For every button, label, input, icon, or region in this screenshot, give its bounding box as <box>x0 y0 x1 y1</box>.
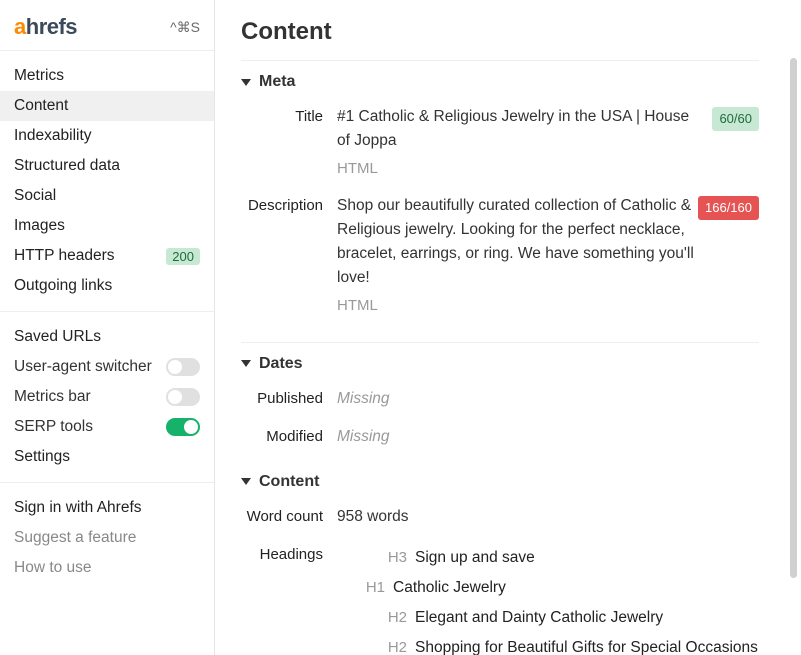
heading-item: H3 Sign up and save <box>337 543 759 573</box>
sidebar-item-social[interactable]: Social <box>0 181 214 211</box>
caret-down-icon <box>241 360 251 367</box>
sidebar-item-outgoing-links[interactable]: Outgoing links <box>0 271 214 301</box>
nav-main: Metrics Content Indexability Structured dat… <box>0 59 214 303</box>
toggle-row-metrics-bar: Metrics bar <box>0 382 214 412</box>
brand-prefix: a <box>14 14 26 39</box>
footer-link-suggest-a-feature[interactable]: Suggest a feature <box>0 523 214 553</box>
brand-logo: ahrefs <box>14 14 77 40</box>
section-content: Content Word count 958 words Headings H3… <box>241 473 759 655</box>
badge-title-count: 60/60 <box>712 107 759 131</box>
toggle-label: User-agent switcher <box>14 358 152 376</box>
sidebar-item-metrics[interactable]: Metrics <box>0 61 214 91</box>
subtag-description: HTML <box>337 294 697 317</box>
heading-tag: H2 <box>377 636 407 655</box>
sidebar-item-label: Content <box>14 97 68 115</box>
sidebar-item-http-headers[interactable]: HTTP headers 200 <box>0 241 214 271</box>
heading-tag: H3 <box>377 546 407 569</box>
value-title: #1 Catholic & Religious Jewelry in the U… <box>337 108 689 149</box>
toggle-label: Metrics bar <box>14 388 91 406</box>
toggle-label: SERP tools <box>14 418 93 436</box>
section-meta: Meta Title #1 Catholic & Religious Jewel… <box>241 73 759 328</box>
label-description: Description <box>241 194 337 218</box>
row-modified: Modified Missing <box>241 421 759 459</box>
toggle-row-user-agent-switcher: User-agent switcher <box>0 352 214 382</box>
subtag-title: HTML <box>337 157 697 180</box>
row-wordcount: Word count 958 words <box>241 501 759 539</box>
value-modified: Missing <box>337 428 390 445</box>
sidebar-item-content[interactable]: Content <box>0 91 214 121</box>
label-title: Title <box>241 105 337 129</box>
row-description: Description Shop our beautifully curated… <box>241 190 759 327</box>
section-head-meta[interactable]: Meta <box>241 73 759 91</box>
toggle-switch[interactable] <box>166 388 200 406</box>
sidebar-item-label: Structured data <box>14 157 120 175</box>
section-head-content[interactable]: Content <box>241 473 759 491</box>
caret-down-icon <box>241 79 251 86</box>
heading-item: H2 Elegant and Dainty Catholic Jewelry <box>337 603 759 633</box>
nav-tools: Saved URLs User-agent switcher Metrics bar… <box>0 320 214 474</box>
sidebar: ahrefs ^⌘S Metrics Content Indexability Str… <box>0 0 215 655</box>
heading-item: H1 Catholic Jewelry <box>337 573 759 603</box>
heading-text: Sign up and save <box>415 546 535 570</box>
heading-text: Elegant and Dainty Catholic Jewelry <box>415 606 663 630</box>
sidebar-item-saved-urls[interactable]: Saved URLs <box>0 322 214 352</box>
section-head-dates[interactable]: Dates <box>241 355 759 373</box>
label-published: Published <box>241 387 337 411</box>
sidebar-item-label: Social <box>14 187 56 205</box>
heading-text: Shopping for Beautiful Gifts for Special… <box>415 636 758 655</box>
sidebar-item-images[interactable]: Images <box>0 211 214 241</box>
brand-row: ahrefs ^⌘S <box>0 10 214 51</box>
label-wordcount: Word count <box>241 505 337 529</box>
heading-item: H2 Shopping for Beautiful Gifts for Speci… <box>337 633 759 655</box>
sidebar-item-label: HTTP headers <box>14 247 115 265</box>
label-modified: Modified <box>241 425 337 449</box>
footer-link-how-to-use[interactable]: How to use <box>0 553 214 583</box>
heading-text: Catholic Jewelry <box>393 576 506 600</box>
value-wordcount: 958 words <box>337 508 409 525</box>
caret-down-icon <box>241 478 251 485</box>
toggle-row-serp-tools: SERP tools <box>0 412 214 442</box>
sidebar-item-structured-data[interactable]: Structured data <box>0 151 214 181</box>
brand-rest: hrefs <box>26 14 77 39</box>
keyboard-shortcut: ^⌘S <box>170 19 200 36</box>
row-title: Title #1 Catholic & Religious Jewelry in… <box>241 101 759 190</box>
sidebar-item-indexability[interactable]: Indexability <box>0 121 214 151</box>
status-badge: 200 <box>166 248 200 265</box>
nav-footer: Sign in with AhrefsSuggest a featureHow … <box>0 491 214 585</box>
heading-tag: H1 <box>355 576 385 599</box>
sidebar-item-label: Metrics <box>14 67 64 85</box>
page-title: Content <box>241 18 759 46</box>
scrollbar-thumb[interactable] <box>790 58 797 578</box>
badge-description-count: 166/160 <box>698 196 759 220</box>
heading-tag: H2 <box>377 606 407 629</box>
sidebar-item-label: Outgoing links <box>14 277 112 295</box>
row-headings: Headings H3 Sign up and save H1 Catholic Je… <box>241 539 759 655</box>
footer-link-sign-in-with-ahrefs[interactable]: Sign in with Ahrefs <box>0 493 214 523</box>
sidebar-item-label: Images <box>14 217 65 235</box>
label-headings: Headings <box>241 543 337 567</box>
section-title: Dates <box>259 355 303 373</box>
sidebar-item-settings[interactable]: Settings <box>0 442 214 472</box>
section-title: Content <box>259 473 319 491</box>
sidebar-item-label: Indexability <box>14 127 92 145</box>
value-published: Missing <box>337 390 390 407</box>
toggle-switch[interactable] <box>166 418 200 436</box>
row-published: Published Missing <box>241 383 759 421</box>
section-title: Meta <box>259 73 295 91</box>
section-dates: Dates Published Missing Modified Missing <box>241 355 759 459</box>
toggle-switch[interactable] <box>166 358 200 376</box>
main-panel: Content Meta Title #1 Catholic & Religio… <box>215 0 801 655</box>
value-description: Shop our beautifully curated collection … <box>337 197 694 286</box>
